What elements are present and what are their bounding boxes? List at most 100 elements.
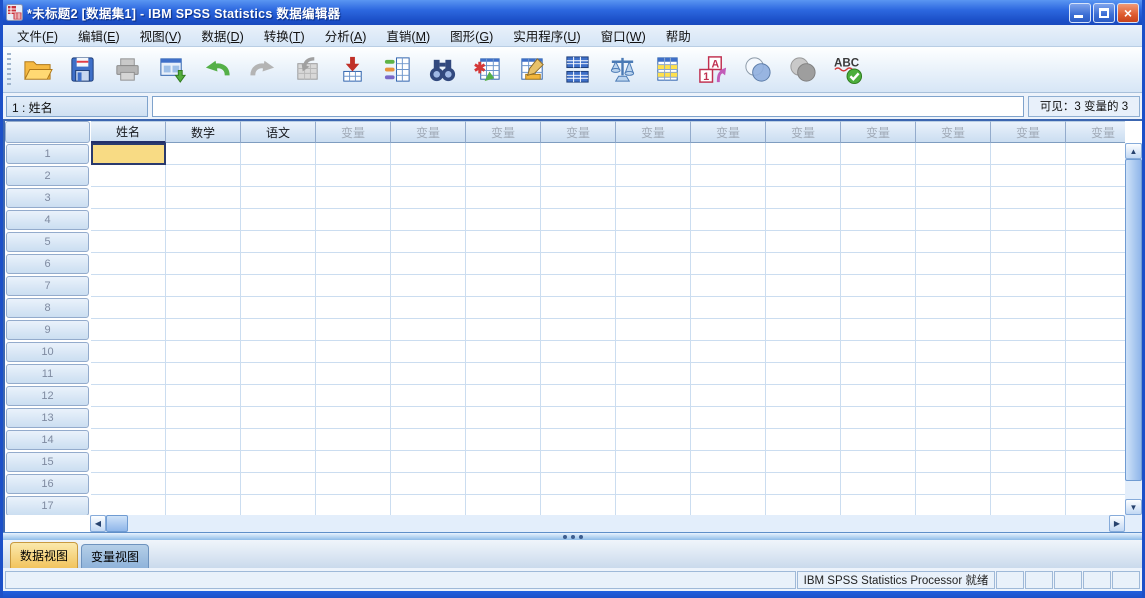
- column-header-数学[interactable]: 数学: [166, 121, 241, 143]
- data-cell[interactable]: [841, 495, 916, 515]
- data-cell[interactable]: [916, 451, 991, 473]
- data-cell[interactable]: [91, 165, 166, 187]
- data-cell[interactable]: [916, 363, 991, 385]
- data-cell[interactable]: [991, 297, 1066, 319]
- data-cell[interactable]: [541, 495, 616, 515]
- data-cell[interactable]: [916, 187, 991, 209]
- data-cell[interactable]: [916, 165, 991, 187]
- data-cell[interactable]: [466, 253, 541, 275]
- data-cell[interactable]: [991, 429, 1066, 451]
- data-cell[interactable]: [1066, 473, 1125, 495]
- data-cell[interactable]: [316, 297, 391, 319]
- data-cell[interactable]: [391, 187, 466, 209]
- data-cell[interactable]: [991, 275, 1066, 297]
- data-cell[interactable]: [841, 473, 916, 495]
- data-cell[interactable]: [841, 363, 916, 385]
- data-cell[interactable]: [841, 319, 916, 341]
- data-cell[interactable]: [616, 297, 691, 319]
- data-cell[interactable]: [766, 341, 841, 363]
- data-cell[interactable]: [166, 231, 241, 253]
- data-cell[interactable]: [466, 231, 541, 253]
- scroll-right-button[interactable]: ▶: [1109, 515, 1125, 532]
- data-cell[interactable]: [766, 385, 841, 407]
- data-cell[interactable]: [616, 341, 691, 363]
- data-cell[interactable]: [391, 231, 466, 253]
- data-cell[interactable]: [991, 209, 1066, 231]
- data-cell[interactable]: [166, 429, 241, 451]
- minimize-button[interactable]: [1069, 2, 1091, 23]
- data-cell[interactable]: [841, 275, 916, 297]
- data-cell[interactable]: [91, 407, 166, 429]
- open-file-button[interactable]: [17, 50, 57, 90]
- data-cell[interactable]: [391, 165, 466, 187]
- data-cell[interactable]: [616, 209, 691, 231]
- data-cell[interactable]: [841, 297, 916, 319]
- data-cell[interactable]: [91, 253, 166, 275]
- data-cell[interactable]: [466, 297, 541, 319]
- data-cell[interactable]: [691, 429, 766, 451]
- data-cell[interactable]: [241, 275, 316, 297]
- data-cell[interactable]: [1066, 385, 1125, 407]
- data-cell[interactable]: [766, 451, 841, 473]
- data-cell[interactable]: [991, 407, 1066, 429]
- column-header-var4[interactable]: 变量: [316, 121, 391, 143]
- data-cell[interactable]: [541, 363, 616, 385]
- data-cell[interactable]: [766, 473, 841, 495]
- data-cell[interactable]: [391, 495, 466, 515]
- data-cell[interactable]: [466, 363, 541, 385]
- data-cell[interactable]: [166, 407, 241, 429]
- horizontal-scrollbar[interactable]: ◀ ▶: [90, 515, 1125, 532]
- data-cell[interactable]: [991, 187, 1066, 209]
- menu-item-window[interactable]: 窗口(W): [591, 24, 656, 47]
- data-cell[interactable]: [91, 143, 166, 165]
- grid-corner-cell[interactable]: [5, 121, 90, 143]
- data-cell[interactable]: [916, 319, 991, 341]
- data-cell[interactable]: [841, 143, 916, 165]
- data-cell[interactable]: [616, 187, 691, 209]
- data-cell[interactable]: [241, 341, 316, 363]
- data-cell[interactable]: [91, 495, 166, 515]
- data-cell[interactable]: [91, 451, 166, 473]
- data-cell[interactable]: [691, 473, 766, 495]
- data-cell[interactable]: [616, 143, 691, 165]
- data-cell[interactable]: [841, 451, 916, 473]
- data-cell[interactable]: [316, 143, 391, 165]
- data-cell[interactable]: [241, 451, 316, 473]
- data-cell[interactable]: [391, 473, 466, 495]
- data-cell[interactable]: [616, 253, 691, 275]
- data-cell[interactable]: [391, 143, 466, 165]
- data-cell[interactable]: [916, 209, 991, 231]
- row-header-17[interactable]: 17: [6, 496, 89, 515]
- menu-item-data[interactable]: 数据(D): [191, 24, 253, 47]
- data-cell[interactable]: [1066, 319, 1125, 341]
- data-cell[interactable]: [316, 341, 391, 363]
- data-cell[interactable]: [1066, 429, 1125, 451]
- data-cell[interactable]: [991, 495, 1066, 515]
- data-cell[interactable]: [1066, 165, 1125, 187]
- data-cell[interactable]: [316, 363, 391, 385]
- data-cell[interactable]: [616, 473, 691, 495]
- data-cell[interactable]: [391, 209, 466, 231]
- column-header-var13[interactable]: 变量: [991, 121, 1066, 143]
- column-header-var7[interactable]: 变量: [541, 121, 616, 143]
- menu-item-analyze[interactable]: 分析(A): [315, 24, 377, 47]
- data-cell[interactable]: [766, 429, 841, 451]
- data-cell[interactable]: [316, 187, 391, 209]
- data-cell[interactable]: [466, 407, 541, 429]
- maximize-button[interactable]: [1093, 2, 1115, 23]
- data-cell[interactable]: [166, 495, 241, 515]
- data-cell[interactable]: [1066, 407, 1125, 429]
- data-cell[interactable]: [691, 363, 766, 385]
- data-cell[interactable]: [316, 319, 391, 341]
- row-header-14[interactable]: 14: [6, 430, 89, 450]
- column-header-var8[interactable]: 变量: [616, 121, 691, 143]
- data-cell[interactable]: [241, 363, 316, 385]
- menu-item-view[interactable]: 视图(V): [130, 24, 192, 47]
- data-cell[interactable]: [691, 253, 766, 275]
- column-header-var11[interactable]: 变量: [841, 121, 916, 143]
- data-cell[interactable]: [691, 407, 766, 429]
- data-cell[interactable]: [241, 253, 316, 275]
- horizontal-scroll-thumb[interactable]: [106, 515, 128, 532]
- data-cell[interactable]: [841, 209, 916, 231]
- data-cell[interactable]: [691, 451, 766, 473]
